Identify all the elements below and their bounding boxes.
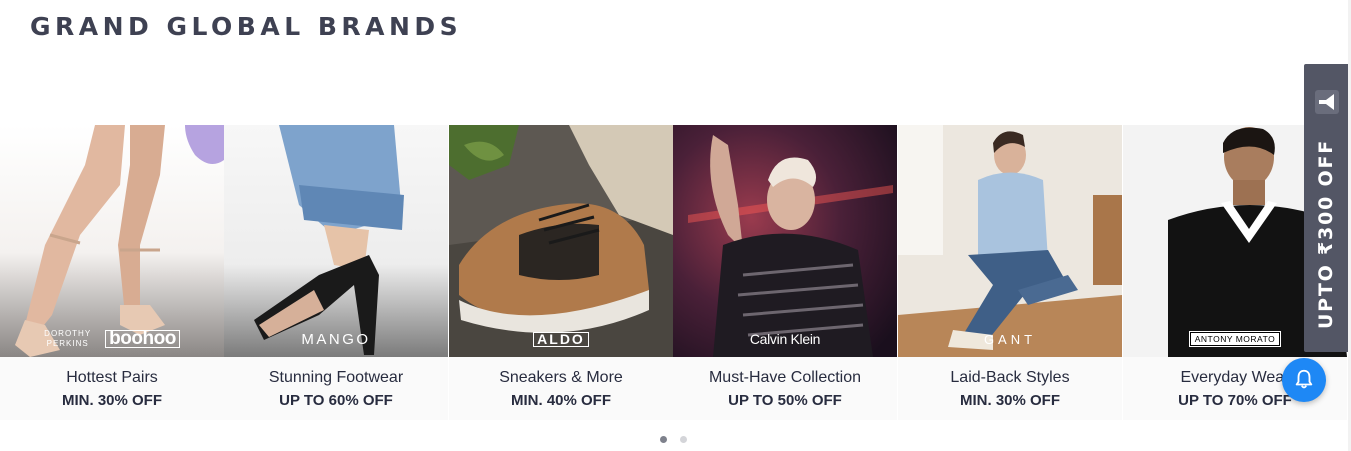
promo-label: UPTO ₹300 OFF — [1315, 138, 1337, 330]
card-image[interactable]: GANT — [898, 125, 1122, 357]
calvin-klein-logo: Calvin Klein — [749, 331, 821, 347]
card-caption: Must-Have Collection UP TO 50% OFF — [673, 357, 897, 420]
dorothy-perkins-logo: DOROTHY PERKINS — [44, 329, 92, 348]
notification-bell-button[interactable] — [1282, 358, 1326, 402]
card-description: Hottest Pairs — [66, 369, 158, 386]
section-title: GRAND GLOBAL BRANDS — [30, 12, 463, 41]
card-caption: Sneakers & More MIN. 40% OFF — [449, 357, 673, 420]
card-image[interactable]: DOROTHY PERKINS boohoo — [0, 125, 224, 357]
brand-logo: Calvin Klein — [673, 328, 897, 350]
brand-card-aldo[interactable]: ALDO Sneakers & More MIN. 40% OFF — [449, 125, 673, 420]
card-image[interactable]: ALDO — [449, 125, 673, 357]
boohoo-logo: boohoo — [105, 329, 180, 348]
brand-card-calvin-klein[interactable]: Calvin Klein Must-Have Collection UP TO … — [673, 125, 897, 420]
card-offer: MIN. 30% OFF — [959, 392, 1060, 409]
brand-card-dorothy-perkins-boohoo[interactable]: DOROTHY PERKINS boohoo Hottest Pairs MIN.… — [0, 125, 224, 420]
carousel-pagination — [660, 436, 687, 443]
megaphone-icon — [1315, 90, 1339, 114]
card-description: Laid-Back Styles — [950, 369, 1070, 386]
card-offer: UP TO 60% OFF — [279, 392, 393, 409]
card-description: Stunning Footwear — [268, 369, 404, 386]
brand-card-gant[interactable]: GANT Laid-Back Styles MIN. 30% OFF — [898, 125, 1122, 420]
card-description: Must-Have Collection — [708, 369, 862, 386]
card-offer: MIN. 40% OFF — [510, 392, 611, 409]
card-offer: MIN. 30% OFF — [61, 392, 162, 409]
antony-morato-logo: ANTONY MORATO — [1188, 331, 1282, 347]
card-caption: Hottest Pairs MIN. 30% OFF — [0, 357, 224, 420]
brand-logo: ALDO — [449, 328, 673, 350]
brand-logo: DOROTHY PERKINS boohoo — [0, 328, 224, 350]
card-description: Sneakers & More — [499, 369, 623, 386]
brand-logo: GANT — [898, 328, 1122, 350]
pagination-dot-1[interactable] — [660, 436, 667, 443]
card-offer: UP TO 50% OFF — [728, 392, 842, 409]
pagination-dot-2[interactable] — [680, 436, 687, 443]
gant-logo: GANT — [983, 331, 1037, 347]
bell-icon — [1293, 368, 1315, 393]
card-image[interactable]: Calvin Klein — [673, 125, 897, 357]
card-caption: Laid-Back Styles MIN. 30% OFF — [898, 357, 1122, 420]
brand-card-mango[interactable]: MANGO Stunning Footwear UP TO 60% OFF — [224, 125, 448, 420]
mango-logo: MANGO — [301, 330, 371, 348]
card-image[interactable]: MANGO — [224, 125, 448, 357]
aldo-logo: ALDO — [533, 331, 589, 347]
brand-logo: MANGO — [224, 328, 448, 350]
card-caption: Stunning Footwear UP TO 60% OFF — [224, 357, 448, 420]
brand-carousel[interactable]: DOROTHY PERKINS boohoo Hottest Pairs MIN.… — [0, 125, 1351, 420]
promo-offer-tab[interactable]: UPTO ₹300 OFF — [1304, 64, 1348, 352]
